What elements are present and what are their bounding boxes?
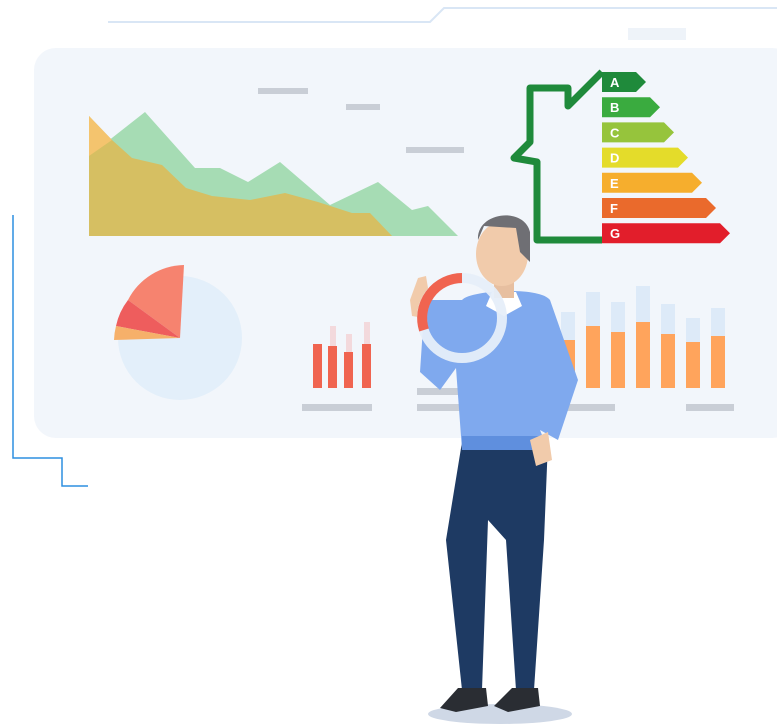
- orange-bar: [686, 342, 700, 388]
- small-bar-chart: [302, 322, 372, 411]
- orange-bar-chart: [561, 286, 734, 411]
- energy-class-f-letter: F: [610, 201, 618, 216]
- orange-bar: [586, 326, 600, 388]
- orange-bar: [611, 332, 625, 388]
- energy-efficiency-label: [510, 69, 605, 244]
- energy-class-g-bar: [602, 223, 730, 244]
- legend-placeholder: [406, 147, 464, 153]
- orange-bar: [661, 334, 675, 388]
- pants: [446, 442, 548, 690]
- pie-chart: [114, 265, 242, 400]
- dashboard-graphics: ABCDEFG: [89, 69, 734, 724]
- orange-bar-caption-right: [686, 404, 734, 411]
- energy-class-c-letter: C: [610, 125, 620, 140]
- small-bar-caption: [302, 404, 372, 411]
- area-chart: [89, 112, 458, 236]
- energy-class-a-bar: [602, 72, 646, 92]
- energy-class-bars: ABCDEFG: [602, 72, 730, 244]
- subtitle-placeholder: [346, 104, 380, 110]
- house-outline: [510, 69, 605, 244]
- small-bar: [313, 344, 322, 388]
- energy-class-b-letter: B: [610, 100, 619, 115]
- small-bar: [328, 346, 337, 388]
- illustration: ABCDEFG: [0, 0, 777, 724]
- energy-class-d-letter: D: [610, 151, 619, 166]
- energy-class-e-letter: E: [610, 176, 619, 191]
- title-placeholder: [258, 88, 308, 94]
- energy-class-a-letter: A: [610, 75, 620, 90]
- energy-class-f-bar: [602, 198, 716, 218]
- energy-class-g-letter: G: [610, 226, 620, 241]
- small-bar: [344, 352, 353, 388]
- orange-bar: [636, 322, 650, 388]
- small-bar: [362, 344, 371, 388]
- orange-bar: [711, 336, 725, 388]
